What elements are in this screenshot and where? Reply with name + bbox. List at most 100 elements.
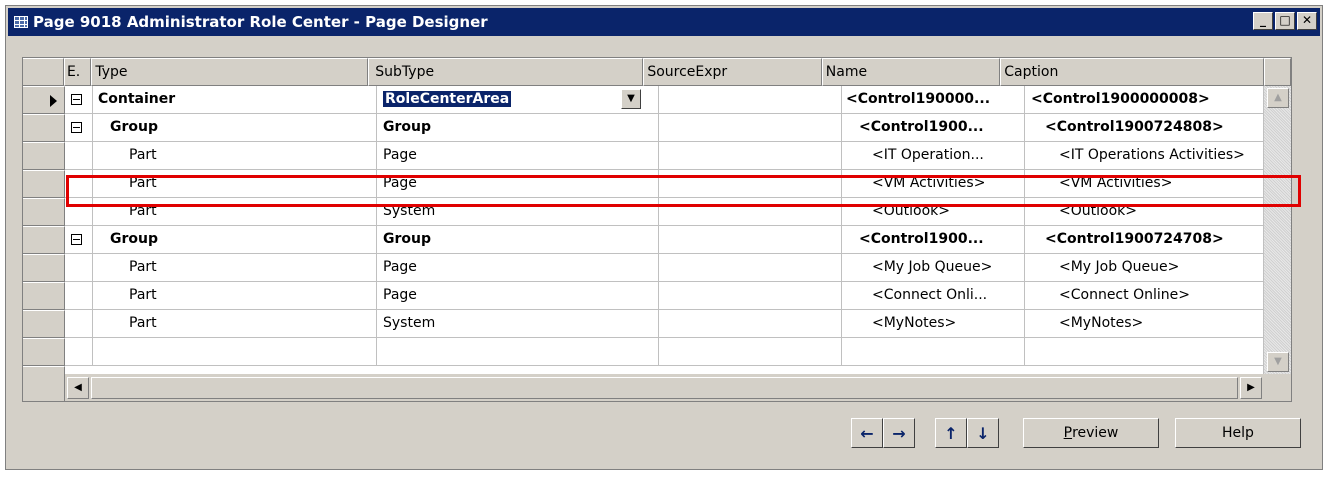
- move-up-button[interactable]: ↑: [935, 418, 967, 448]
- subtype-value[interactable]: RoleCenterArea: [383, 91, 512, 107]
- subtype-cell[interactable]: System: [377, 198, 659, 226]
- caption-cell[interactable]: <Outlook>: [1025, 198, 1291, 226]
- scroll-up-icon[interactable]: ▲: [1267, 88, 1289, 108]
- subtype-cell[interactable]: Page: [377, 254, 659, 282]
- name-cell[interactable]: <Connect Onli...: [842, 282, 1025, 310]
- caption-cell[interactable]: <Connect Online>: [1025, 282, 1291, 310]
- dropdown-arrow-icon[interactable]: ▼: [621, 89, 641, 109]
- table-row[interactable]: Part System <Outlook> <Outlook>: [23, 198, 1291, 226]
- scroll-right-icon[interactable]: ▶: [1240, 377, 1262, 399]
- row-selector[interactable]: [23, 170, 65, 198]
- horizontal-scrollbar[interactable]: ◀ ▶: [65, 374, 1264, 401]
- subtype-cell[interactable]: [377, 338, 659, 366]
- col-header-name[interactable]: Name: [821, 58, 1001, 86]
- subtype-cell[interactable]: Group: [377, 226, 659, 254]
- subtype-cell[interactable]: RoleCenterArea ▼: [377, 86, 659, 114]
- name-cell[interactable]: <VM Activities>: [842, 170, 1025, 198]
- row-selector[interactable]: [23, 254, 65, 282]
- sourceexpr-cell[interactable]: [659, 338, 842, 366]
- subtype-cell[interactable]: System: [377, 310, 659, 338]
- subtype-cell[interactable]: Group: [377, 114, 659, 142]
- row-selector[interactable]: [23, 198, 65, 226]
- help-button[interactable]: Help: [1175, 418, 1301, 448]
- empty-row[interactable]: [23, 338, 1291, 366]
- expand-cell[interactable]: [65, 338, 93, 366]
- move-down-button[interactable]: ↓: [967, 418, 999, 448]
- col-header-caption[interactable]: Caption: [1000, 58, 1264, 86]
- collapse-icon[interactable]: [71, 121, 82, 133]
- expand-cell[interactable]: [65, 170, 93, 198]
- sourceexpr-cell[interactable]: [659, 86, 842, 114]
- sourceexpr-cell[interactable]: [659, 142, 842, 170]
- row-selector[interactable]: [23, 114, 65, 142]
- maximize-button[interactable]: □: [1275, 12, 1295, 30]
- caption-cell[interactable]: <MyNotes>: [1025, 310, 1291, 338]
- name-cell[interactable]: <My Job Queue>: [842, 254, 1025, 282]
- type-cell[interactable]: Part: [93, 282, 377, 310]
- expand-cell[interactable]: [65, 198, 93, 226]
- name-cell[interactable]: <Control1900...: [842, 226, 1025, 254]
- table-row[interactable]: Group Group <Control1900... <Control1900…: [23, 114, 1291, 142]
- title-bar[interactable]: Page 9018 Administrator Role Center - Pa…: [8, 8, 1320, 36]
- sourceexpr-cell[interactable]: [659, 170, 842, 198]
- expand-cell[interactable]: [65, 310, 93, 338]
- sourceexpr-cell[interactable]: [659, 198, 842, 226]
- col-header-e[interactable]: E.: [63, 58, 92, 86]
- caption-cell[interactable]: <VM Activities>: [1025, 170, 1291, 198]
- type-cell[interactable]: Part: [93, 170, 377, 198]
- expand-cell[interactable]: [65, 114, 93, 142]
- caption-cell[interactable]: <My Job Queue>: [1025, 254, 1291, 282]
- type-cell[interactable]: [93, 338, 377, 366]
- type-cell[interactable]: Part: [93, 198, 377, 226]
- scroll-left-icon[interactable]: ◀: [67, 377, 89, 399]
- table-row[interactable]: Part Page <IT Operation... <IT Operation…: [23, 142, 1291, 170]
- name-cell[interactable]: [842, 338, 1025, 366]
- row-selector[interactable]: [23, 86, 65, 114]
- move-left-button[interactable]: ←: [851, 418, 883, 448]
- sourceexpr-cell[interactable]: [659, 254, 842, 282]
- collapse-icon[interactable]: [71, 233, 82, 245]
- minimize-button[interactable]: _: [1253, 12, 1273, 30]
- table-row[interactable]: Group Group <Control1900... <Control1900…: [23, 226, 1291, 254]
- subtype-cell[interactable]: Page: [377, 142, 659, 170]
- table-row[interactable]: Container RoleCenterArea ▼ <Control190000…: [23, 86, 1291, 114]
- subtype-cell[interactable]: Page: [377, 170, 659, 198]
- row-selector[interactable]: [23, 338, 65, 366]
- name-cell[interactable]: <Control1900...: [842, 114, 1025, 142]
- move-right-button[interactable]: →: [883, 418, 915, 448]
- type-cell[interactable]: Part: [93, 254, 377, 282]
- expand-cell[interactable]: [65, 282, 93, 310]
- expand-cell[interactable]: [65, 142, 93, 170]
- table-row[interactable]: Part System <MyNotes> <MyNotes>: [23, 310, 1291, 338]
- name-cell[interactable]: <Control190000...: [842, 86, 1025, 114]
- sourceexpr-cell[interactable]: [659, 114, 842, 142]
- scroll-thumb[interactable]: [91, 377, 1238, 399]
- type-cell[interactable]: Part: [93, 142, 377, 170]
- preview-button[interactable]: Preview: [1023, 418, 1159, 448]
- type-cell[interactable]: Group: [93, 226, 377, 254]
- vertical-scrollbar[interactable]: ▲ ▼: [1263, 86, 1291, 374]
- subtype-cell[interactable]: Page: [377, 282, 659, 310]
- expand-cell[interactable]: [65, 254, 93, 282]
- sourceexpr-cell[interactable]: [659, 226, 842, 254]
- caption-cell[interactable]: <Control1900724708>: [1025, 226, 1291, 254]
- table-row[interactable]: Part Page <VM Activities> <VM Activities…: [23, 170, 1291, 198]
- row-selector[interactable]: [23, 226, 65, 254]
- type-cell[interactable]: Group: [93, 114, 377, 142]
- caption-cell[interactable]: [1025, 338, 1291, 366]
- row-selector[interactable]: [23, 282, 65, 310]
- type-cell[interactable]: Part: [93, 310, 377, 338]
- caption-cell[interactable]: <IT Operations Activities>: [1025, 142, 1291, 170]
- collapse-icon[interactable]: [71, 93, 82, 105]
- scroll-down-icon[interactable]: ▼: [1267, 352, 1289, 372]
- col-header-type[interactable]: Type: [91, 58, 369, 86]
- type-cell[interactable]: Container: [93, 86, 377, 114]
- name-cell[interactable]: <Outlook>: [842, 198, 1025, 226]
- caption-cell[interactable]: <Control1900724808>: [1025, 114, 1291, 142]
- table-row[interactable]: Part Page <Connect Onli... <Connect Onli…: [23, 282, 1291, 310]
- name-cell[interactable]: <IT Operation...: [842, 142, 1025, 170]
- row-selector[interactable]: [23, 310, 65, 338]
- col-header-subtype[interactable]: SubType: [368, 58, 644, 86]
- table-row[interactable]: Part Page <My Job Queue> <My Job Queue>: [23, 254, 1291, 282]
- sourceexpr-cell[interactable]: [659, 310, 842, 338]
